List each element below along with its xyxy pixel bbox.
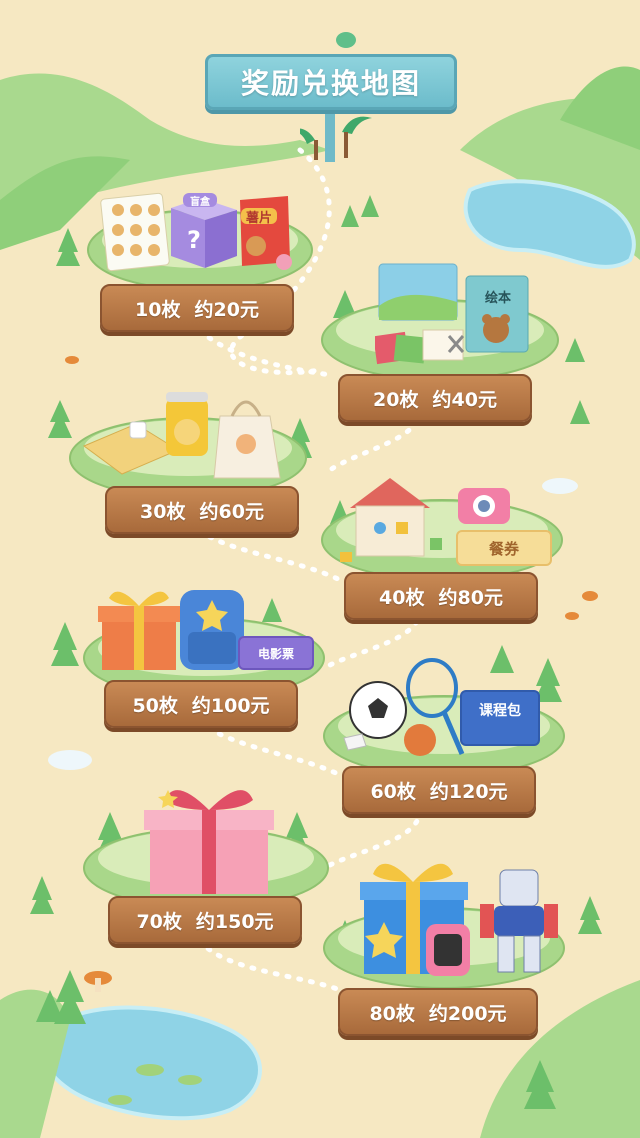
reward-coins: 50枚 — [132, 694, 178, 717]
reward-value: 约80元 — [438, 586, 503, 609]
sports-equipment-icon — [343, 658, 465, 756]
reward-value: 约100元 — [191, 694, 270, 717]
reward-plaque-80[interactable]: 80枚 约200元 — [338, 988, 538, 1036]
meal-voucher-label: 餐券 — [456, 530, 552, 566]
reward-coins: 60枚 — [370, 780, 416, 803]
reward-coins: 70枚 — [136, 910, 182, 933]
reward-plaque-60[interactable]: 60枚 约120元 — [342, 766, 536, 814]
reward-coins: 10枚 — [135, 298, 181, 321]
reward-plaque-10[interactable]: 10枚 约20元 — [100, 284, 294, 332]
reward-plaque-70[interactable]: 70枚 约150元 — [108, 896, 302, 944]
reward-coins: 30枚 — [140, 500, 186, 523]
reward-value: 约20元 — [194, 298, 259, 321]
reward-map: 奖励兑换地图 ? 盲盒 薯片 绘本 餐券 电影票 课程包 10枚 约20元 20… — [0, 0, 640, 1138]
chips-label: 薯片 — [241, 208, 277, 226]
reward-value: 约60元 — [199, 500, 264, 523]
gift-backpack-icon — [98, 590, 244, 670]
board-game-cup-bag-icon — [82, 392, 281, 479]
reward-coins: 80枚 — [369, 1002, 415, 1025]
svg-text:?: ? — [187, 226, 201, 254]
gift-watch-robot-icon — [360, 863, 558, 976]
reward-coins: 40枚 — [379, 586, 425, 609]
movie-ticket-label: 电影票 — [238, 636, 314, 670]
reward-coins: 20枚 — [373, 388, 419, 411]
big-pink-gift-icon — [144, 790, 274, 894]
chips-bag-icon — [240, 196, 292, 270]
reward-value: 约150元 — [195, 910, 274, 933]
reward-plaque-40[interactable]: 40枚 约80元 — [344, 572, 538, 620]
picture-book-icon — [465, 275, 529, 353]
mystery-box-label: 盲盒 — [183, 193, 217, 208]
reward-plaque-50[interactable]: 50枚 约100元 — [104, 680, 298, 728]
course-pack-label: 课程包 — [460, 690, 540, 746]
reward-plaque-30[interactable]: 30枚 约60元 — [105, 486, 299, 534]
reward-plaque-20[interactable]: 20枚 约40元 — [338, 374, 532, 422]
picture-book-label: 绘本 — [484, 290, 511, 306]
reward-value: 约40元 — [432, 388, 497, 411]
reward-value: 约200元 — [428, 1002, 507, 1025]
reward-value: 约120元 — [429, 780, 508, 803]
